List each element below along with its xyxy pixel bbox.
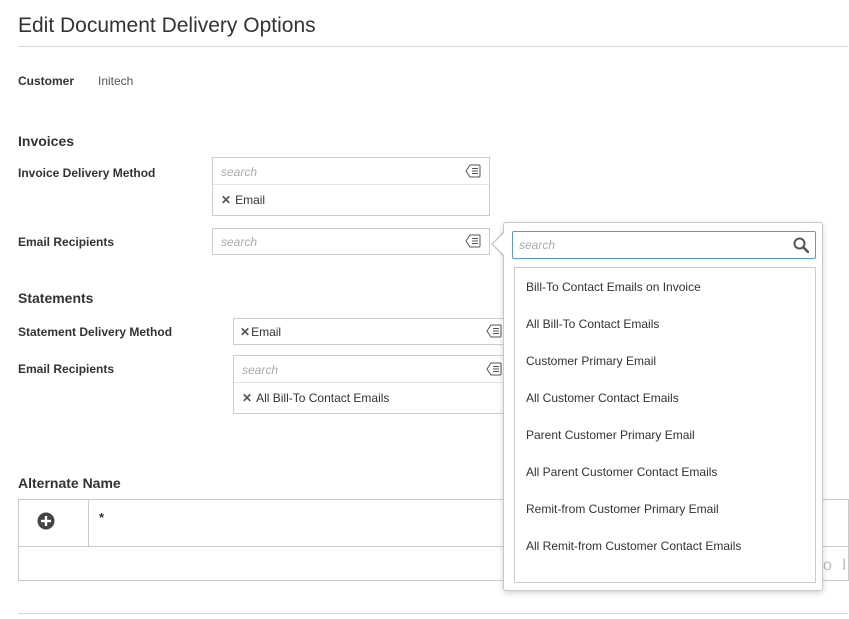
invoice-email-recipients-label: Email Recipients <box>18 235 115 249</box>
invoice-delivery-method-field[interactable]: search ✕ Email <box>212 157 490 216</box>
token-label: Email <box>251 325 282 339</box>
column-header: * <box>99 510 105 525</box>
alternate-name-section-title: Alternate Name <box>18 475 121 491</box>
statement-method-token[interactable]: ✕Email <box>240 325 281 339</box>
page-title: Edit Document Delivery Options <box>18 14 316 37</box>
title-divider <box>18 46 848 47</box>
customer-value: Initech <box>98 74 134 88</box>
statements-section-title: Statements <box>18 290 94 306</box>
invoice-delivery-method-search[interactable]: search <box>221 165 257 179</box>
partial-text: o l <box>823 557 849 574</box>
add-circle-icon[interactable] <box>37 512 55 530</box>
dropdown-option[interactable]: Customer Primary Email <box>515 343 815 380</box>
remove-x-icon[interactable]: ✕ <box>240 325 250 339</box>
list-icon[interactable] <box>486 362 502 376</box>
dropdown-option[interactable]: All Remit-from Customer Contact Emails <box>515 528 815 565</box>
field-divider <box>213 184 489 185</box>
statement-delivery-method-label: Statement Delivery Method <box>18 325 173 339</box>
dropdown-option[interactable]: Bill-To Contact Emails on Invoice <box>515 269 815 306</box>
dropdown-option[interactable]: All Customer Contact Emails <box>515 380 815 417</box>
invoice-email-recipients-field[interactable]: search <box>212 228 490 255</box>
statement-delivery-method-field[interactable]: ✕Email <box>233 318 513 345</box>
dropdown-search-input[interactable] <box>519 237 779 253</box>
list-icon[interactable] <box>465 234 481 248</box>
dropdown-options-list: Bill-To Contact Emails on Invoice All Bi… <box>514 267 816 583</box>
recipients-dropdown: Bill-To Contact Emails on Invoice All Bi… <box>503 222 823 591</box>
dropdown-option[interactable]: All Bill-To Contact Emails <box>515 306 815 343</box>
dropdown-search-box[interactable] <box>512 231 816 259</box>
invoice-method-token[interactable]: ✕ Email <box>221 193 265 207</box>
add-cell <box>19 500 89 546</box>
statement-email-recipients-search[interactable]: search <box>242 363 278 377</box>
field-divider <box>234 382 512 383</box>
statement-email-recipients-field[interactable]: search ✕ All Bill-To Contact Emails <box>233 355 513 414</box>
magnifier-icon[interactable] <box>793 237 810 254</box>
bottom-divider <box>18 613 848 614</box>
list-icon[interactable] <box>486 324 502 338</box>
dropdown-pointer-fill <box>493 233 504 255</box>
remove-x-icon[interactable]: ✕ <box>221 193 231 207</box>
remove-x-icon[interactable]: ✕ <box>242 391 252 405</box>
token-label: All Bill-To Contact Emails <box>256 391 390 405</box>
dropdown-option[interactable]: Remit-from Customer Primary Email <box>515 491 815 528</box>
dropdown-option[interactable]: All Parent Customer Contact Emails <box>515 454 815 491</box>
statement-recipient-token[interactable]: ✕ All Bill-To Contact Emails <box>242 391 389 405</box>
customer-label: Customer <box>18 74 75 88</box>
token-label: Email <box>235 193 266 207</box>
invoice-email-recipients-search[interactable]: search <box>221 235 257 249</box>
statement-email-recipients-label: Email Recipients <box>18 362 115 376</box>
list-icon[interactable] <box>465 164 481 178</box>
invoice-delivery-method-label: Invoice Delivery Method <box>18 166 156 180</box>
invoices-section-title: Invoices <box>18 133 75 149</box>
dropdown-option[interactable]: Parent Customer Primary Email <box>515 417 815 454</box>
